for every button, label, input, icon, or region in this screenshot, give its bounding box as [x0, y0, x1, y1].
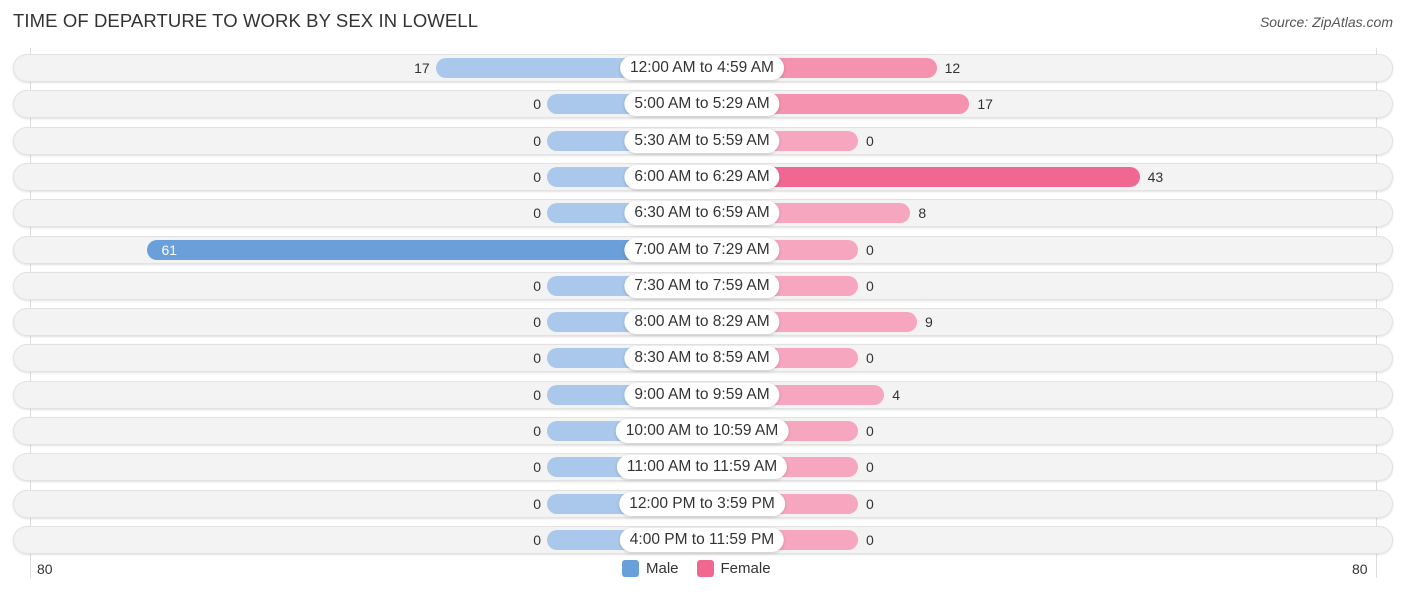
value-label-female: 0: [866, 277, 874, 294]
value-label-male: 0: [533, 350, 541, 367]
category-label: 5:30 AM to 5:59 AM: [624, 128, 780, 153]
value-label-male: 0: [533, 423, 541, 439]
value-label-male: 0: [533, 132, 541, 149]
value-label-female: 0: [866, 132, 874, 149]
legend-swatch-male: [622, 560, 639, 577]
value-label-male: 0: [533, 168, 541, 185]
category-label: 10:00 AM to 10:59 AM: [615, 419, 789, 443]
source-label: Source: ZipAtlas.com: [1259, 14, 1393, 30]
category-label: 4:00 PM to 11:59 PM: [619, 527, 785, 552]
value-label-male: 0: [533, 314, 541, 331]
legend: Male Female: [622, 560, 783, 577]
category-label: 12:00 PM to 3:59 PM: [619, 491, 785, 516]
category-label: 11:00 AM to 11:59 AM: [616, 455, 788, 480]
value-label-female: 0: [866, 423, 874, 439]
category-label: 12:00 AM to 4:59 AM: [620, 56, 784, 80]
value-label-female: 8: [918, 205, 927, 222]
value-label-female: 0: [866, 241, 874, 258]
value-label-male: 0: [533, 495, 541, 512]
legend-swatch-female: [696, 560, 714, 577]
value-label-female: 43: [1147, 168, 1164, 185]
category-label: 8:00 AM to 8:29 AM: [624, 310, 780, 335]
value-label-female: 4: [892, 386, 900, 403]
category-label: 7:00 AM to 7:29 AM: [624, 237, 780, 262]
legend-label-male: Male: [646, 560, 679, 577]
value-label-female: 17: [977, 96, 993, 113]
value-label-female: 0: [866, 495, 874, 512]
legend-label-female: Female: [720, 560, 771, 577]
value-label-male: 17: [414, 60, 430, 76]
value-label-male: 0: [533, 459, 541, 476]
value-label-female: 0: [866, 531, 874, 548]
value-label-male: 61: [161, 241, 178, 258]
value-label-male: 0: [533, 277, 541, 294]
axis-label-right: 80: [1352, 561, 1368, 577]
legend-item-male[interactable]: Male: [622, 560, 679, 577]
value-label-female: 0: [866, 350, 874, 367]
value-label-male: 0: [533, 205, 541, 222]
value-label-female: 12: [944, 60, 961, 76]
legend-item-female[interactable]: Female: [696, 560, 771, 577]
value-label-female: 0: [866, 459, 874, 476]
value-label-female: 9: [924, 314, 933, 331]
category-label: 5:00 AM to 5:29 AM: [624, 92, 780, 117]
chart-title: TIME OF DEPARTURE TO WORK BY SEX IN LOWE…: [13, 10, 479, 31]
value-label-male: 0: [533, 386, 541, 403]
bar-male[interactable]: [147, 239, 702, 260]
value-label-male: 0: [533, 96, 541, 113]
axis-label-left: 80: [37, 561, 53, 577]
category-label: 8:30 AM to 8:59 AM: [624, 346, 780, 371]
value-label-male: 0: [533, 531, 541, 548]
category-label: 6:00 AM to 6:29 AM: [624, 164, 780, 189]
category-label: 7:30 AM to 7:59 AM: [624, 273, 780, 298]
category-label: 6:30 AM to 6:59 AM: [624, 201, 780, 226]
category-label: 9:00 AM to 9:59 AM: [624, 382, 780, 407]
